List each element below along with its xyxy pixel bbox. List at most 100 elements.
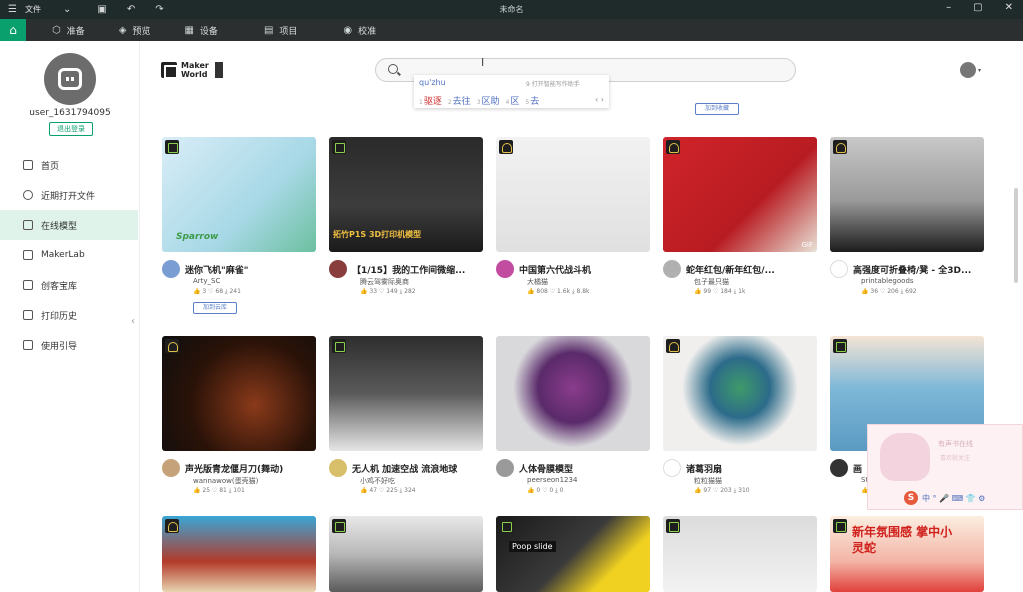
model-thumbnail[interactable]: GIF — [663, 137, 817, 252]
model-thumbnail[interactable] — [329, 516, 483, 592]
avatar[interactable] — [162, 459, 180, 477]
widget-subtitle: 喜欢就关注 — [940, 455, 971, 462]
card-title[interactable]: 声光版青龙偃月刀(舞动) — [185, 462, 313, 475]
sidebar-item-label: MakerLab — [41, 250, 85, 260]
recent-files-icon — [23, 190, 33, 200]
sidebar-item-label: 打印历史 — [41, 311, 78, 322]
user-menu[interactable]: ▾ — [960, 61, 982, 79]
tab-project[interactable]: ▤ 项目 — [264, 24, 297, 37]
card-author[interactable]: printablegoods — [861, 277, 914, 285]
sogou-ime-icon[interactable]: S — [904, 491, 918, 505]
sidebar-item-guide[interactable]: 使用引导 — [0, 330, 138, 360]
hamburger-menu-icon[interactable]: ☰ — [8, 4, 17, 15]
candidate-text: 去 — [530, 97, 540, 107]
sidebar-item-home[interactable]: 首页 — [0, 150, 138, 180]
avatar[interactable] — [329, 260, 347, 278]
scrollbar[interactable] — [1014, 188, 1018, 283]
tab-device[interactable]: ▦ 设备 — [184, 24, 217, 37]
card-title[interactable]: 诸葛羽扇 — [686, 462, 814, 475]
card-author[interactable]: peerseon1234 — [527, 476, 577, 484]
redo-icon[interactable]: ↷ — [155, 4, 163, 15]
ime-candidate-popup: qu'zhu 9 打开智能写作助手 1驱逐 2去往 3区助 4区 5去 ‹ › — [414, 75, 609, 108]
candidate-text: 区 — [510, 97, 520, 107]
model-thumbnail[interactable] — [496, 137, 650, 252]
card-author[interactable]: 小鸡不好吃 — [360, 476, 395, 486]
logo-line: Maker — [181, 61, 209, 70]
card-title[interactable]: 人体骨膜模型 — [519, 462, 647, 475]
add-to-collection-button[interactable]: 加到收藏 — [695, 103, 739, 115]
ime-page-nav[interactable]: ‹ › — [595, 95, 604, 104]
model-thumbnail[interactable] — [329, 336, 483, 451]
sidebar: user_1631794095 退出登录 首页 近期打开文件 在线模型 Make… — [0, 41, 140, 592]
card-title-row: 无人机 加速空战 流浪地球 — [329, 459, 483, 477]
card-author[interactable]: 腾云驾雾际奥商 — [360, 277, 409, 287]
collapse-sidebar-icon[interactable]: ‹ — [131, 316, 135, 327]
ime-candidate[interactable]: 5去 — [525, 94, 539, 107]
model-thumbnail[interactable]: Poop slide — [496, 516, 650, 592]
close-icon[interactable]: ✕ — [1005, 2, 1013, 13]
add-to-cloud-button[interactable]: 加到云库 — [193, 302, 237, 314]
card-title[interactable]: 高强度可折叠椅/凳 - 全3D... — [853, 263, 981, 276]
sidebar-item-makerlab[interactable]: MakerLab — [0, 240, 138, 270]
file-menu[interactable]: 文件 — [25, 4, 41, 15]
gif-label: GIF — [801, 241, 813, 249]
card-author[interactable]: 粒粒猫猫 — [694, 476, 722, 486]
trophy-badge-icon — [666, 140, 680, 154]
avatar[interactable] — [830, 260, 848, 278]
layers-icon: ◈ — [118, 24, 127, 36]
tab-calibration[interactable]: ◉ 校准 — [343, 24, 376, 37]
model-thumbnail[interactable]: 新年氛围感 掌中小灵蛇 — [830, 516, 984, 592]
card-title[interactable]: 迷你飞机"麻雀" — [185, 263, 313, 276]
ime-hint[interactable]: 9 打开智能写作助手 — [526, 79, 580, 88]
avatar[interactable] — [496, 459, 514, 477]
card-author[interactable]: 大橘猫 — [527, 277, 548, 287]
card-title[interactable]: 蛇年红包/新年红包/... — [686, 263, 814, 276]
model-thumbnail[interactable] — [496, 336, 650, 451]
ime-toolbar-items[interactable]: 中 ° 🎤 ⌨ 👕 ⚙ — [922, 493, 985, 504]
username: user_1631794095 — [29, 108, 111, 118]
avatar[interactable] — [162, 260, 180, 278]
save-icon[interactable]: ▣ — [97, 4, 106, 15]
card-author[interactable]: wannawow(蛋壳猫) — [193, 476, 258, 486]
avatar[interactable] — [44, 53, 96, 105]
card-title[interactable]: 【1/15】我的工作间微缩... — [352, 263, 480, 276]
model-thumbnail[interactable]: 拓竹P1S 3D打印机模型 — [329, 137, 483, 252]
ime-candidate[interactable]: 1驱逐 — [419, 94, 442, 107]
ime-candidate[interactable]: 3区助 — [477, 94, 500, 107]
sidebar-item-online-models[interactable]: 在线模型 — [0, 210, 138, 240]
undo-icon[interactable]: ↶ — [127, 4, 135, 15]
home-button[interactable]: ⌂ — [0, 19, 26, 41]
avatar[interactable] — [329, 459, 347, 477]
card-author[interactable]: 包子最只猫 — [694, 277, 729, 287]
avatar[interactable] — [496, 260, 514, 278]
sidebar-item-label: 创客宝库 — [41, 281, 78, 292]
avatar[interactable] — [663, 260, 681, 278]
sidebar-item-maker-treasury[interactable]: 创客宝库 — [0, 270, 138, 300]
model-thumbnail[interactable] — [830, 137, 984, 252]
makerworld-logo[interactable]: Maker World — [161, 61, 223, 79]
model-thumbnail[interactable] — [663, 516, 817, 592]
model-thumbnail[interactable] — [663, 336, 817, 451]
ime-pinyin: qu'zhu — [419, 78, 446, 87]
card-title[interactable]: 中国第六代战斗机 — [519, 263, 647, 276]
logout-button[interactable]: 退出登录 — [49, 122, 93, 136]
card-title[interactable]: 无人机 加速空战 流浪地球 — [352, 462, 480, 475]
ime-candidate[interactable]: 2去往 — [448, 94, 471, 107]
model-thumbnail[interactable] — [162, 516, 316, 592]
avatar[interactable] — [830, 459, 848, 477]
model-thumbnail[interactable] — [162, 336, 316, 451]
sidebar-item-recent-files[interactable]: 近期打开文件 — [0, 180, 138, 210]
maximize-icon[interactable]: ▢ — [973, 2, 982, 13]
card-stats: 👍 808 ♡ 1.6k ⤓ 8.8k — [527, 288, 590, 295]
model-thumbnail[interactable]: Sparrow — [162, 137, 316, 252]
floating-live-widget[interactable]: 有声书在线 喜欢就关注 S 中 ° 🎤 ⌨ 👕 ⚙ — [867, 424, 1023, 510]
sidebar-item-print-history[interactable]: 打印历史 — [0, 300, 138, 330]
avatar[interactable] — [663, 459, 681, 477]
tab-preview[interactable]: ◈ 预览 — [119, 24, 151, 37]
tab-prepare[interactable]: ⬡ 准备 — [52, 24, 85, 37]
chevron-down-icon[interactable]: ⌄ — [63, 4, 71, 15]
ime-candidate[interactable]: 4区 — [506, 94, 520, 107]
card-author[interactable]: Arty_SC — [193, 277, 220, 285]
minimize-icon[interactable]: – — [946, 2, 951, 13]
candidate-number: 5 — [525, 99, 530, 106]
